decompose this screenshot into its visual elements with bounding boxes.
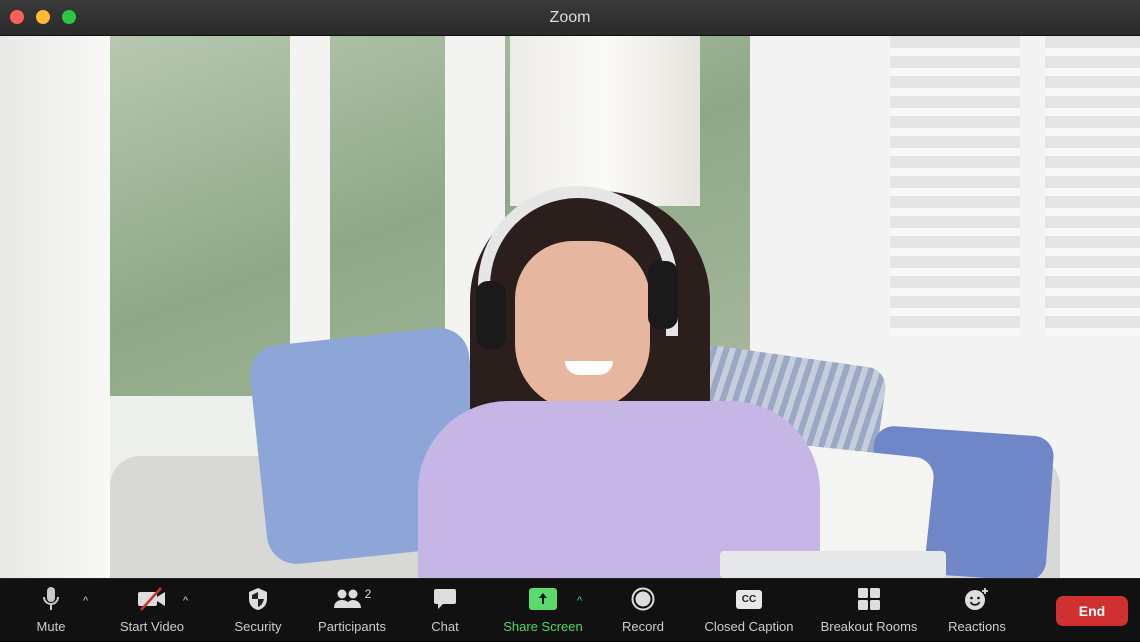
participants-icon-group: 2 xyxy=(333,585,372,613)
share-screen-label: Share Screen xyxy=(503,619,583,634)
shield-icon xyxy=(247,585,269,613)
headphone-cup xyxy=(476,281,506,349)
chat-button[interactable]: Chat xyxy=(420,579,470,642)
curtain-center xyxy=(510,36,700,206)
breakout-rooms-label: Breakout Rooms xyxy=(820,619,918,634)
mute-label: Mute xyxy=(36,619,66,634)
breakout-rooms-button[interactable]: Breakout Rooms xyxy=(814,579,924,642)
closed-caption-label: Closed Caption xyxy=(704,619,794,634)
laptop xyxy=(720,551,946,578)
closed-caption-button[interactable]: CC Closed Caption xyxy=(696,579,802,642)
participants-count: 2 xyxy=(364,587,372,601)
shutter xyxy=(890,36,1020,336)
cc-icon: CC xyxy=(735,585,763,613)
headphone-cup xyxy=(648,261,678,329)
window-title: Zoom xyxy=(549,9,591,26)
people-icon xyxy=(333,589,361,608)
curtain-left xyxy=(0,36,110,578)
participants-label: Participants xyxy=(318,619,386,634)
record-label: Record xyxy=(622,619,664,634)
share-screen-button[interactable]: Share Screen xyxy=(498,579,588,642)
microphone-icon xyxy=(43,585,59,613)
grid-icon xyxy=(858,585,880,613)
mute-button[interactable]: Mute xyxy=(22,579,80,642)
video-options-caret-icon[interactable]: ^ xyxy=(183,595,188,607)
share-options-caret-icon[interactable]: ^ xyxy=(577,595,582,607)
security-label: Security xyxy=(234,619,282,634)
participants-button[interactable]: 2 Participants xyxy=(308,579,396,642)
shutter xyxy=(1045,36,1140,336)
end-meeting-button[interactable]: End xyxy=(1056,596,1128,626)
cc-glyph: CC xyxy=(735,589,763,609)
smile xyxy=(565,361,613,375)
record-icon xyxy=(631,585,655,613)
security-button[interactable]: Security xyxy=(224,579,292,642)
audio-options-caret-icon[interactable]: ^ xyxy=(83,595,88,607)
start-video-label: Start Video xyxy=(119,619,185,634)
video-feed xyxy=(0,36,1140,578)
reactions-button[interactable]: Reactions xyxy=(940,579,1014,642)
share-screen-icon xyxy=(529,585,557,613)
chat-bubble-icon xyxy=(433,585,457,613)
reactions-label: Reactions xyxy=(948,619,1006,634)
chat-label: Chat xyxy=(431,619,459,634)
smiley-plus-icon xyxy=(964,585,990,613)
title-bar: Zoom xyxy=(0,0,1140,36)
video-off-icon xyxy=(137,585,167,613)
meeting-toolbar: Mute ^ Start Video ^ Security 2 Particip… xyxy=(0,578,1140,641)
start-video-button[interactable]: Start Video xyxy=(112,579,192,642)
record-button[interactable]: Record xyxy=(612,579,674,642)
